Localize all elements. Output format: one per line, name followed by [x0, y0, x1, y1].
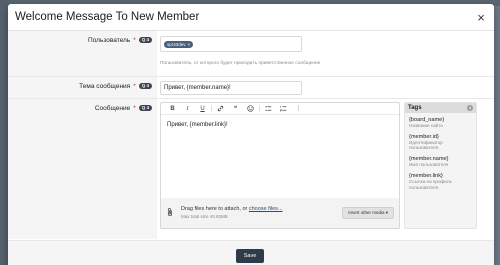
variable-badge: Q 4 [138, 105, 152, 111]
dialog-title: Welcome Message To New Member [15, 11, 200, 23]
subject-row: Тема сообщения * Q 4 Привет, {member.nam… [8, 77, 494, 99]
token-remove-icon[interactable]: × [188, 42, 191, 47]
choose-files-link[interactable]: choose files... [249, 206, 283, 212]
save-button[interactable]: Save [236, 249, 264, 263]
dialog-footer: Save [8, 240, 494, 265]
quote-icon[interactable]: ❝ [228, 104, 243, 114]
tag-desc: Идентификатор пользователя [409, 139, 443, 151]
message-label-cell: Сообщение * Q 4 [8, 99, 157, 239]
subject-input[interactable]: Привет, {member.name}! [160, 81, 302, 95]
user-token: spr43dev × [164, 40, 194, 48]
tag-item[interactable]: {member.id} Идентификатор пользователя [405, 130, 476, 152]
link-icon[interactable] [213, 104, 228, 114]
variable-badge: Q 4 [138, 83, 152, 89]
numbered-list-icon[interactable] [276, 104, 291, 114]
message-text[interactable]: Привет, {member.link}! [161, 115, 399, 135]
user-hint: Пользователь, от которого будет приходит… [160, 61, 321, 66]
more-options-icon[interactable]: ⋮ [291, 104, 306, 114]
dialog-header: Welcome Message To New Member × [8, 4, 494, 31]
editor-toolbar: B I U ❝ ⋮ [161, 103, 399, 115]
max-size-text: Max total size 40.83MB [181, 213, 228, 219]
tag-desc: Ссылка на профиль пользователя [409, 178, 452, 190]
message-row: Сообщение * Q 4 B I U ❝ ⋮ Привет, {membe… [8, 99, 494, 239]
insert-other-media-button[interactable]: Insert other media ▾ [342, 207, 394, 219]
tag-desc: Имя пользователя [409, 162, 449, 168]
toolbar-divider [259, 105, 260, 112]
user-token-label: spr43dev [167, 41, 186, 47]
tags-panel: Tags ? {board_name} Название сайта {memb… [404, 102, 477, 229]
user-label: Пользователь [88, 37, 131, 44]
required-mark: * [133, 83, 136, 90]
message-editor[interactable]: B I U ❝ ⋮ Привет, {member.link}! Drag fi… [160, 102, 400, 229]
attachment-dropzone[interactable]: Drag files here to attach, or choose fil… [161, 198, 399, 228]
required-mark: * [133, 37, 136, 44]
bullet-list-icon[interactable] [261, 104, 276, 114]
tags-header: Tags ? [405, 103, 476, 113]
toolbar-divider [211, 105, 212, 112]
tag-item[interactable]: {member.name} Имя пользователя [405, 152, 476, 169]
paperclip-icon [166, 207, 178, 219]
bold-button[interactable]: B [165, 104, 180, 114]
attachment-text: Drag files here to attach, or choose fil… [181, 206, 342, 220]
welcome-message-dialog: Welcome Message To New Member × Пользова… [8, 4, 494, 265]
user-label-cell: Пользователь * Q 4 [8, 31, 157, 76]
tag-desc: Название сайта [409, 123, 443, 128]
italic-button[interactable]: I [180, 104, 195, 114]
subject-label: Тема сообщения [79, 83, 131, 90]
tag-item[interactable]: {board_name} Название сайта [405, 113, 476, 130]
variable-badge: Q 4 [138, 37, 152, 43]
smiley-icon[interactable] [243, 104, 258, 114]
user-token-input[interactable]: spr43dev × [160, 36, 302, 52]
drag-files-text: Drag files here to attach, or [181, 206, 248, 212]
tags-title: Tags [408, 105, 422, 111]
subject-label-cell: Тема сообщения * Q 4 [8, 77, 157, 98]
user-row: Пользователь * Q 4 spr43dev × Пользовате… [8, 31, 494, 77]
editor-wrap: B I U ❝ ⋮ Привет, {member.link}! Drag fi… [160, 102, 494, 229]
required-mark: * [133, 105, 136, 112]
user-field-cell: spr43dev × Пользователь, от которого буд… [157, 31, 494, 76]
backdrop-left [0, 0, 8, 265]
subject-field-cell: Привет, {member.name}! [157, 77, 494, 98]
tag-item[interactable]: {member.link} Ссылка на профиль пользова… [405, 169, 476, 191]
close-icon[interactable]: × [474, 10, 488, 24]
underline-button[interactable]: U [195, 104, 210, 114]
message-label: Сообщение [94, 105, 131, 112]
message-field-cell: B I U ❝ ⋮ Привет, {member.link}! Drag fi… [157, 99, 494, 239]
help-icon[interactable]: ? [467, 105, 473, 111]
